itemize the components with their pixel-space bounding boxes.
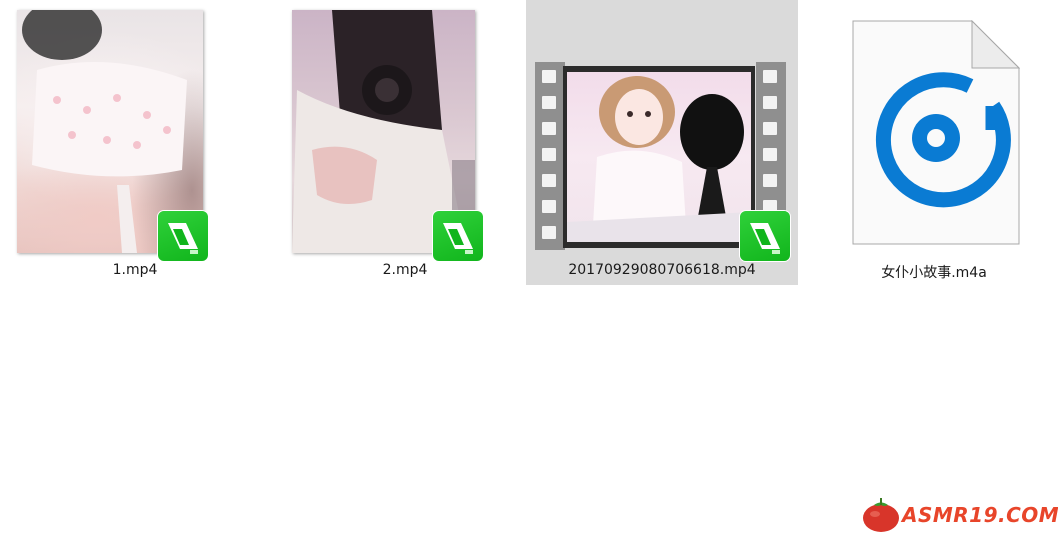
audio-file-icon	[852, 20, 1020, 245]
film-editor-icon	[443, 223, 473, 254]
video-frame	[563, 66, 755, 248]
file-name: 20170929080706618.mp4	[568, 262, 756, 278]
file-name: 2.mp4	[382, 262, 428, 278]
file-item-20170929080706618-mp4[interactable]: 20170929080706618.mp4	[526, 0, 798, 285]
film-editor-icon	[750, 223, 780, 254]
file-item-1-mp4[interactable]: 1.mp4	[0, 0, 270, 285]
file-name: 1.mp4	[112, 262, 158, 278]
file-name: 女仆小故事.m4a	[881, 265, 987, 281]
watermark-logo: ASMR19.COM	[858, 497, 1058, 533]
thumbnail-image	[567, 76, 751, 242]
tomato-icon	[863, 498, 899, 532]
film-strip-left	[535, 62, 565, 250]
film-editor-icon	[168, 223, 198, 254]
video-thumbnail	[567, 72, 751, 242]
video-app-badge	[158, 211, 208, 261]
watermark-text: ASMR19.COM	[902, 503, 1058, 527]
file-item-2-mp4[interactable]: 2.mp4	[270, 0, 540, 285]
file-item-nvpu-xiao-gushi-m4a[interactable]: 女仆小故事.m4a	[800, 0, 1058, 285]
video-app-badge	[433, 211, 483, 261]
video-app-badge	[740, 211, 790, 261]
